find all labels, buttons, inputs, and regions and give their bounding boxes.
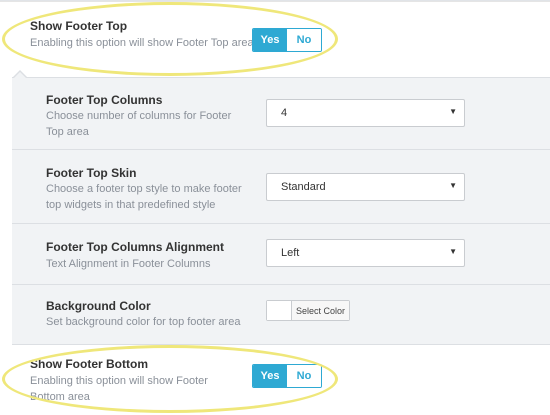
color-swatch[interactable]: [267, 301, 292, 320]
select-color-button[interactable]: Select Color: [292, 301, 349, 320]
footer-top-alignment-label: Footer Top Columns Alignment: [46, 240, 224, 254]
show-footer-bottom-toggle[interactable]: Yes No: [252, 364, 322, 388]
caret-down-icon: ▼: [449, 107, 457, 116]
show-footer-top-description: Enabling this option will show Footer To…: [30, 37, 254, 49]
footer-top-columns-description: Choose number of columns for Footer Top …: [46, 110, 232, 138]
show-footer-bottom-row: Show Footer Bottom Enabling this option …: [0, 345, 550, 415]
show-footer-top-yes-button[interactable]: Yes: [253, 29, 287, 51]
show-footer-bottom-description: Enabling this option will show Footer Bo…: [30, 375, 208, 403]
background-color-description: Set background color for top footer area: [46, 316, 241, 328]
caret-down-icon: ▼: [449, 181, 457, 190]
footer-top-alignment-select[interactable]: Left ▼: [266, 239, 465, 267]
footer-top-skin-value: Standard: [281, 181, 326, 193]
footer-top-columns-value: 4: [281, 107, 288, 119]
show-footer-top-no-button[interactable]: No: [287, 29, 321, 51]
show-footer-bottom-label: Show Footer Bottom: [30, 357, 148, 371]
divider: [0, 1, 550, 2]
show-footer-bottom-no-button[interactable]: No: [287, 365, 321, 387]
show-footer-top-label: Show Footer Top: [30, 19, 128, 33]
caret-down-icon: ▼: [449, 247, 457, 256]
footer-top-skin-select[interactable]: Standard ▼: [266, 173, 465, 201]
show-footer-top-toggle[interactable]: Yes No: [252, 28, 322, 52]
show-footer-top-row: Show Footer Top Enabling this option wil…: [0, 0, 550, 77]
footer-top-columns-select[interactable]: 4 ▼: [266, 99, 465, 127]
footer-top-skin-label: Footer Top Skin: [46, 166, 137, 180]
show-footer-bottom-yes-button[interactable]: Yes: [253, 365, 287, 387]
footer-top-alignment-value: Left: [281, 247, 300, 259]
footer-top-columns-label: Footer Top Columns: [46, 93, 163, 107]
background-color-picker[interactable]: Select Color: [266, 300, 350, 321]
background-color-label: Background Color: [46, 299, 151, 313]
footer-top-skin-description: Choose a footer top style to make footer…: [46, 183, 242, 211]
footer-top-alignment-description: Text Alignment in Footer Columns: [46, 258, 211, 270]
